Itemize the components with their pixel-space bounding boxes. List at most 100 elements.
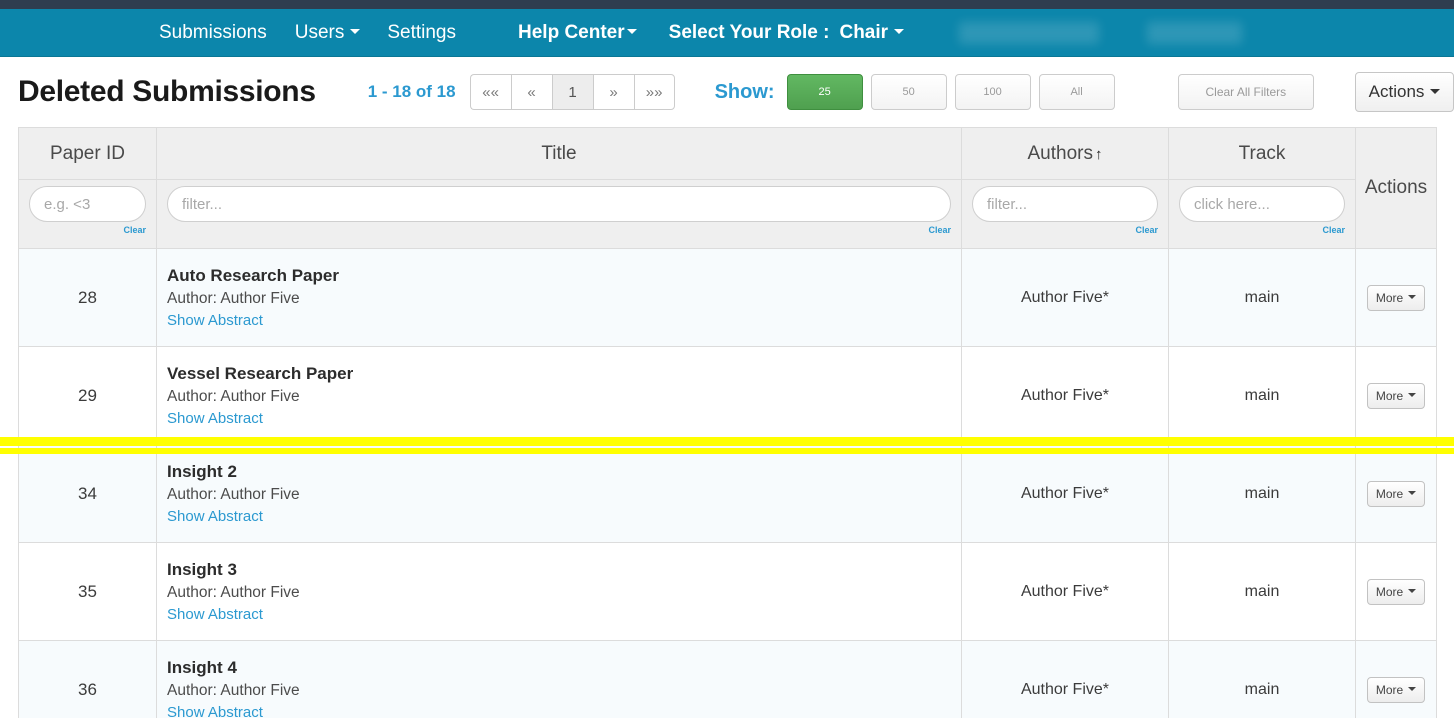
page-size-50-button[interactable]: 50 — [870, 74, 947, 110]
page-size-100-button[interactable]: 100 — [954, 74, 1031, 110]
nav-item-help-center-label: Help Center — [518, 22, 625, 43]
table-row[interactable]: 29 Vessel Research Paper Author: Author … — [18, 346, 1437, 445]
table-body: 28 Auto Research Paper Author: Author Fi… — [18, 248, 1437, 718]
more-dropdown-button[interactable]: More — [1367, 480, 1425, 507]
nav-item-help-center[interactable]: Help Center — [518, 23, 637, 42]
submissions-table-container: Paper ID Title Authors↑ Track Actions Cl… — [0, 127, 1454, 718]
select-your-role-label: Select Your Role : — [668, 22, 830, 43]
table-row[interactable]: 34 Insight 2 Author: Author Five Show Ab… — [18, 444, 1437, 543]
nav-item-redacted-2[interactable] — [1147, 21, 1243, 44]
show-abstract-link[interactable]: Show Abstract — [167, 704, 263, 718]
sort-ascending-icon: ↑ — [1094, 145, 1103, 163]
filter-cell-authors: Clear — [961, 179, 1169, 249]
pagination-page-1-button[interactable]: 1 — [551, 74, 593, 110]
show-abstract-link[interactable]: Show Abstract — [167, 312, 263, 329]
clear-all-filters-button[interactable]: Clear All Filters — [1177, 74, 1315, 110]
more-dropdown-button[interactable]: More — [1367, 284, 1425, 311]
table-row[interactable]: 28 Auto Research Paper Author: Author Fi… — [18, 248, 1437, 347]
submission-author-line: Author: Author Five — [167, 485, 300, 503]
track-filter-input[interactable] — [1179, 186, 1345, 222]
paper-id-filter-input[interactable] — [29, 186, 146, 222]
clear-authors-filter-link[interactable]: Clear — [972, 225, 1158, 235]
column-header-title[interactable]: Title — [156, 127, 962, 180]
cell-track: main — [1168, 248, 1356, 347]
clear-track-filter-link[interactable]: Clear — [1179, 225, 1345, 235]
show-abstract-link[interactable]: Show Abstract — [167, 410, 263, 427]
pagination-first-button[interactable]: «« — [469, 74, 511, 110]
cell-authors: Author Five* — [961, 444, 1169, 543]
cell-track: main — [1168, 444, 1356, 543]
cell-actions: More — [1355, 248, 1437, 347]
cell-authors: Author Five* — [961, 542, 1169, 641]
filter-cell-paper-id: Clear — [18, 179, 157, 249]
page-size-25-button[interactable]: 25 — [786, 74, 863, 110]
deleted-submissions-table: Paper ID Title Authors↑ Track Actions Cl… — [18, 127, 1437, 718]
nav-item-redacted-1[interactable] — [959, 21, 1100, 44]
nav-item-users[interactable]: Users — [295, 23, 361, 42]
chevron-down-icon — [894, 29, 905, 35]
pagination-prev-button[interactable]: « — [510, 74, 552, 110]
table-header-row: Paper ID Title Authors ↑ Track Actions — [18, 127, 1437, 249]
submission-author-line: Author: Author Five — [167, 289, 300, 307]
cell-actions: More — [1355, 444, 1437, 543]
result-range-label: 1 - 18 of 18 — [367, 82, 456, 101]
cell-authors: Author Five* — [961, 248, 1169, 347]
role-selector-chair[interactable]: Chair — [839, 22, 905, 43]
more-dropdown-button[interactable]: More — [1367, 382, 1425, 409]
show-abstract-link[interactable]: Show Abstract — [167, 508, 263, 525]
more-dropdown-button[interactable]: More — [1367, 676, 1425, 703]
cell-track: main — [1168, 346, 1356, 445]
cell-title: Vessel Research Paper Author: Author Fiv… — [156, 346, 962, 445]
column-header-authors-label: Authors — [1027, 142, 1093, 164]
column-header-actions: Actions — [1355, 127, 1437, 249]
chevron-down-icon — [1408, 392, 1417, 397]
table-filter-row: Clear Clear Clear Clear — [18, 179, 1437, 249]
cell-paper-id: 34 — [18, 444, 157, 543]
table-header: Paper ID Title Authors↑ Track Actions Cl… — [18, 127, 1437, 249]
column-header-authors[interactable]: Authors ↑ — [961, 127, 1169, 180]
show-label: Show: — [714, 80, 775, 103]
more-dropdown-label: More — [1375, 682, 1404, 697]
more-dropdown-label: More — [1375, 388, 1404, 403]
pagination-last-button[interactable]: »» — [633, 74, 675, 110]
chevron-down-icon — [1430, 88, 1441, 94]
chevron-down-icon — [1408, 588, 1417, 593]
more-dropdown-button[interactable]: More — [1367, 578, 1425, 605]
nav-item-submissions[interactable]: Submissions — [159, 23, 267, 42]
cell-authors: Author Five* — [961, 640, 1169, 718]
cell-title: Insight 3 Author: Author Five Show Abstr… — [156, 542, 962, 641]
cell-title: Auto Research Paper Author: Author Five … — [156, 248, 962, 347]
submission-author-line: Author: Author Five — [167, 681, 300, 699]
chevron-down-icon — [1408, 490, 1417, 495]
title-filter-input[interactable] — [167, 186, 951, 222]
more-dropdown-label: More — [1375, 486, 1404, 501]
submission-title: Insight 4 — [167, 657, 237, 677]
pagination-next-button[interactable]: » — [592, 74, 634, 110]
show-abstract-link[interactable]: Show Abstract — [167, 606, 263, 623]
page-title: Deleted Submissions — [18, 75, 316, 108]
more-dropdown-label: More — [1375, 584, 1404, 599]
role-selector-value: Chair — [839, 22, 889, 43]
table-row[interactable]: 35 Insight 3 Author: Author Five Show Ab… — [18, 542, 1437, 641]
actions-dropdown-label: Actions — [1368, 82, 1425, 101]
column-header-track[interactable]: Track — [1168, 127, 1356, 180]
main-navigation-bar: Submissions Users Settings Help Center S… — [0, 9, 1454, 57]
top-accent-strip — [0, 0, 1454, 9]
chevron-down-icon — [626, 29, 637, 35]
clear-paper-id-filter-link[interactable]: Clear — [29, 225, 146, 235]
column-header-paper-id[interactable]: Paper ID — [18, 127, 157, 180]
nav-item-settings[interactable]: Settings — [387, 23, 456, 42]
cell-actions: More — [1355, 542, 1437, 641]
clear-title-filter-link[interactable]: Clear — [167, 225, 951, 235]
nav-item-users-label: Users — [294, 22, 345, 43]
page-header-toolbar: Deleted Submissions 1 - 18 of 18 «« « 1 … — [0, 57, 1454, 127]
authors-filter-input[interactable] — [972, 186, 1158, 222]
cell-title: Insight 4 Author: Author Five Show Abstr… — [156, 640, 962, 718]
filter-cell-track: Clear — [1168, 179, 1356, 249]
page-size-all-button[interactable]: All — [1038, 74, 1115, 110]
cell-actions: More — [1355, 346, 1437, 445]
cell-actions: More — [1355, 640, 1437, 718]
chevron-down-icon — [1408, 294, 1417, 299]
actions-dropdown-button[interactable]: Actions — [1355, 72, 1454, 112]
table-row[interactable]: 36 Insight 4 Author: Author Five Show Ab… — [18, 640, 1437, 718]
